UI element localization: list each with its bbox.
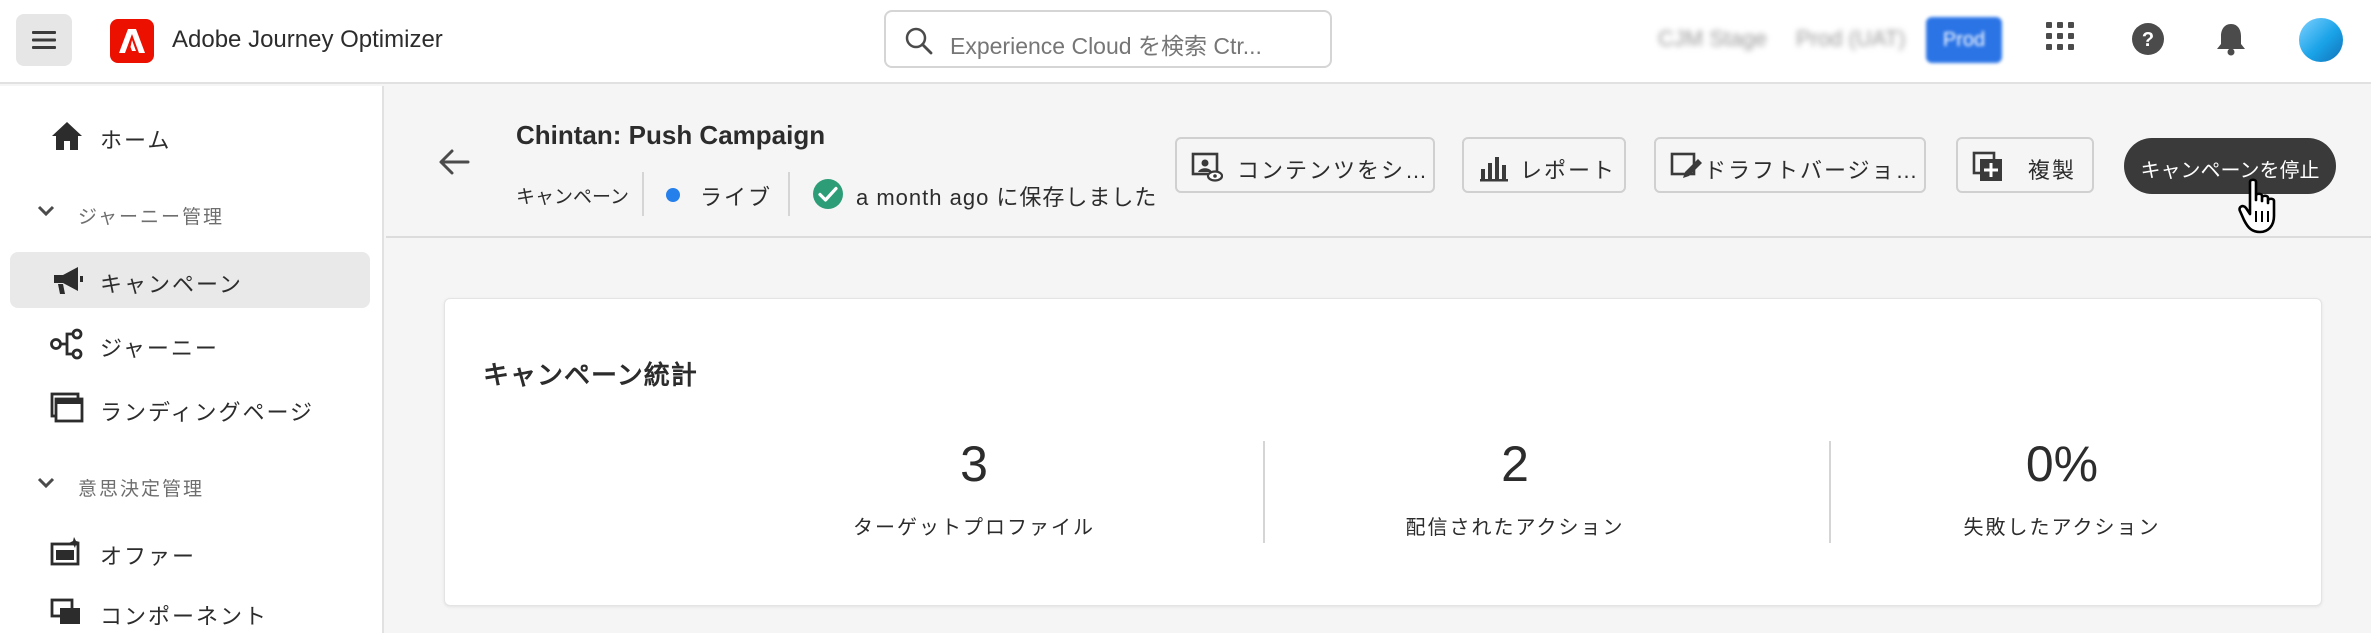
search-icon [905,27,933,55]
stat-target-profiles: 3 ターゲットプロファイル [784,435,1164,545]
home-icon [52,122,82,150]
stat-delivered-actions: 2 配信されたアクション [1325,435,1705,545]
status-badge: ライブ [700,185,773,210]
megaphone-icon [54,267,83,294]
stat-label: 失敗したアクション [1963,517,2161,539]
sidebar-item-label: キャンペーン [100,272,243,297]
app-name[interactable]: Adobe Journey Optimizer [172,26,443,54]
divider [788,172,790,216]
sidebar-item-components[interactable]: コンポーネント [10,584,370,633]
content-simulate-icon [1191,152,1223,182]
adobe-logo-icon[interactable] [110,19,154,63]
stat-value: 3 [960,436,988,492]
divider [642,172,644,216]
top-header: Adobe Journey Optimizer Experience Cloud… [0,0,2371,84]
status-dot-icon [666,188,680,202]
landing-page-icon [50,392,84,423]
journey-icon [50,328,83,360]
duplicate-icon [1972,151,2002,181]
sidebar-item-label: オファー [100,544,197,569]
sidebar-item-label: コンポーネント [100,604,269,629]
page-title: Chintan: Push Campaign [516,120,826,150]
sidebar-item-journeys[interactable]: ジャーニー [10,316,370,372]
apps-grid-icon[interactable] [2046,22,2074,50]
sidebar-item-home[interactable]: ホーム [10,108,370,164]
page-header: Chintan: Push Campaign キャンペーン ライブ a mont… [386,86,2371,238]
environment-badge-blurred[interactable]: Prod [1926,17,2002,63]
divider [1829,441,1831,543]
stat-value: 0% [2025,436,2099,492]
svg-text:?: ? [2142,29,2154,51]
saved-status: a month ago に保存しました [856,185,1158,210]
sidebar-item-landing-pages[interactable]: ランディングページ [10,380,370,436]
section-label: 意思決定管理 [78,479,205,500]
sidebar-item-label: ホーム [100,128,172,153]
back-arrow-icon[interactable] [434,142,474,182]
stat-label: ターゲットプロファイル [853,517,1095,539]
search-input[interactable]: Experience Cloud を検索 Ctr... [884,10,1332,68]
button-label: 複製 [2028,158,2077,183]
divider [1263,441,1265,543]
stat-failed-actions: 0% 失敗したアクション [1872,435,2252,545]
chevron-down-icon [37,205,55,217]
hand-cursor-icon [2238,178,2276,234]
draft-edit-icon [1670,152,1702,178]
report-button[interactable]: レポート [1462,137,1626,193]
sandbox-switcher-blurred[interactable]: Prod (UAT) [1796,26,1906,52]
button-label: レポート [1520,158,1617,183]
stat-value: 2 [1501,436,1529,492]
sidebar-item-label: ランディングページ [100,400,315,425]
report-icon [1480,157,1508,182]
hamburger-icon [32,31,56,49]
stat-label: 配信されたアクション [1405,517,1625,539]
notifications-bell-icon[interactable] [2216,22,2246,56]
user-avatar[interactable] [2299,18,2343,62]
help-icon[interactable]: ? [2131,22,2165,56]
simulate-content-button[interactable]: コンテンツをシ… [1175,137,1435,193]
duplicate-button[interactable]: 複製 [1956,137,2094,193]
offer-icon [50,537,80,566]
search-placeholder: Experience Cloud を検索 Ctr... [950,33,1262,59]
button-label: ドラフトバージョ… [1704,158,1920,183]
chevron-down-icon [37,477,55,489]
sidebar-item-offers[interactable]: オファー [10,524,370,580]
org-switcher-blurred[interactable]: CJM Stage [1658,26,1767,52]
hamburger-menu-button[interactable] [16,14,72,66]
button-label: キャンペーンを停止 [2140,160,2320,182]
sidebar-item-label: ジャーニー [100,336,219,361]
campaign-stats-card: キャンペーン統計 3 ターゲットプロファイル 2 配信されたアクション 0% 失… [444,298,2322,606]
section-label: ジャーニー管理 [78,207,225,228]
stop-campaign-button[interactable]: キャンペーンを停止 [2124,138,2336,194]
campaign-type: キャンペーン [516,187,630,208]
card-title: キャンペーン統計 [483,360,698,390]
draft-version-button[interactable]: ドラフトバージョ… [1654,137,1926,193]
sidebar: ホーム ジャーニー管理 キャンペーン ジャーニー ランディングページ 意思決定管… [0,86,384,633]
checkmark-circle-icon [813,179,843,209]
button-label: コンテンツをシ… [1237,158,1430,183]
components-icon [50,598,80,624]
sidebar-item-campaigns[interactable]: キャンペーン [10,252,370,308]
